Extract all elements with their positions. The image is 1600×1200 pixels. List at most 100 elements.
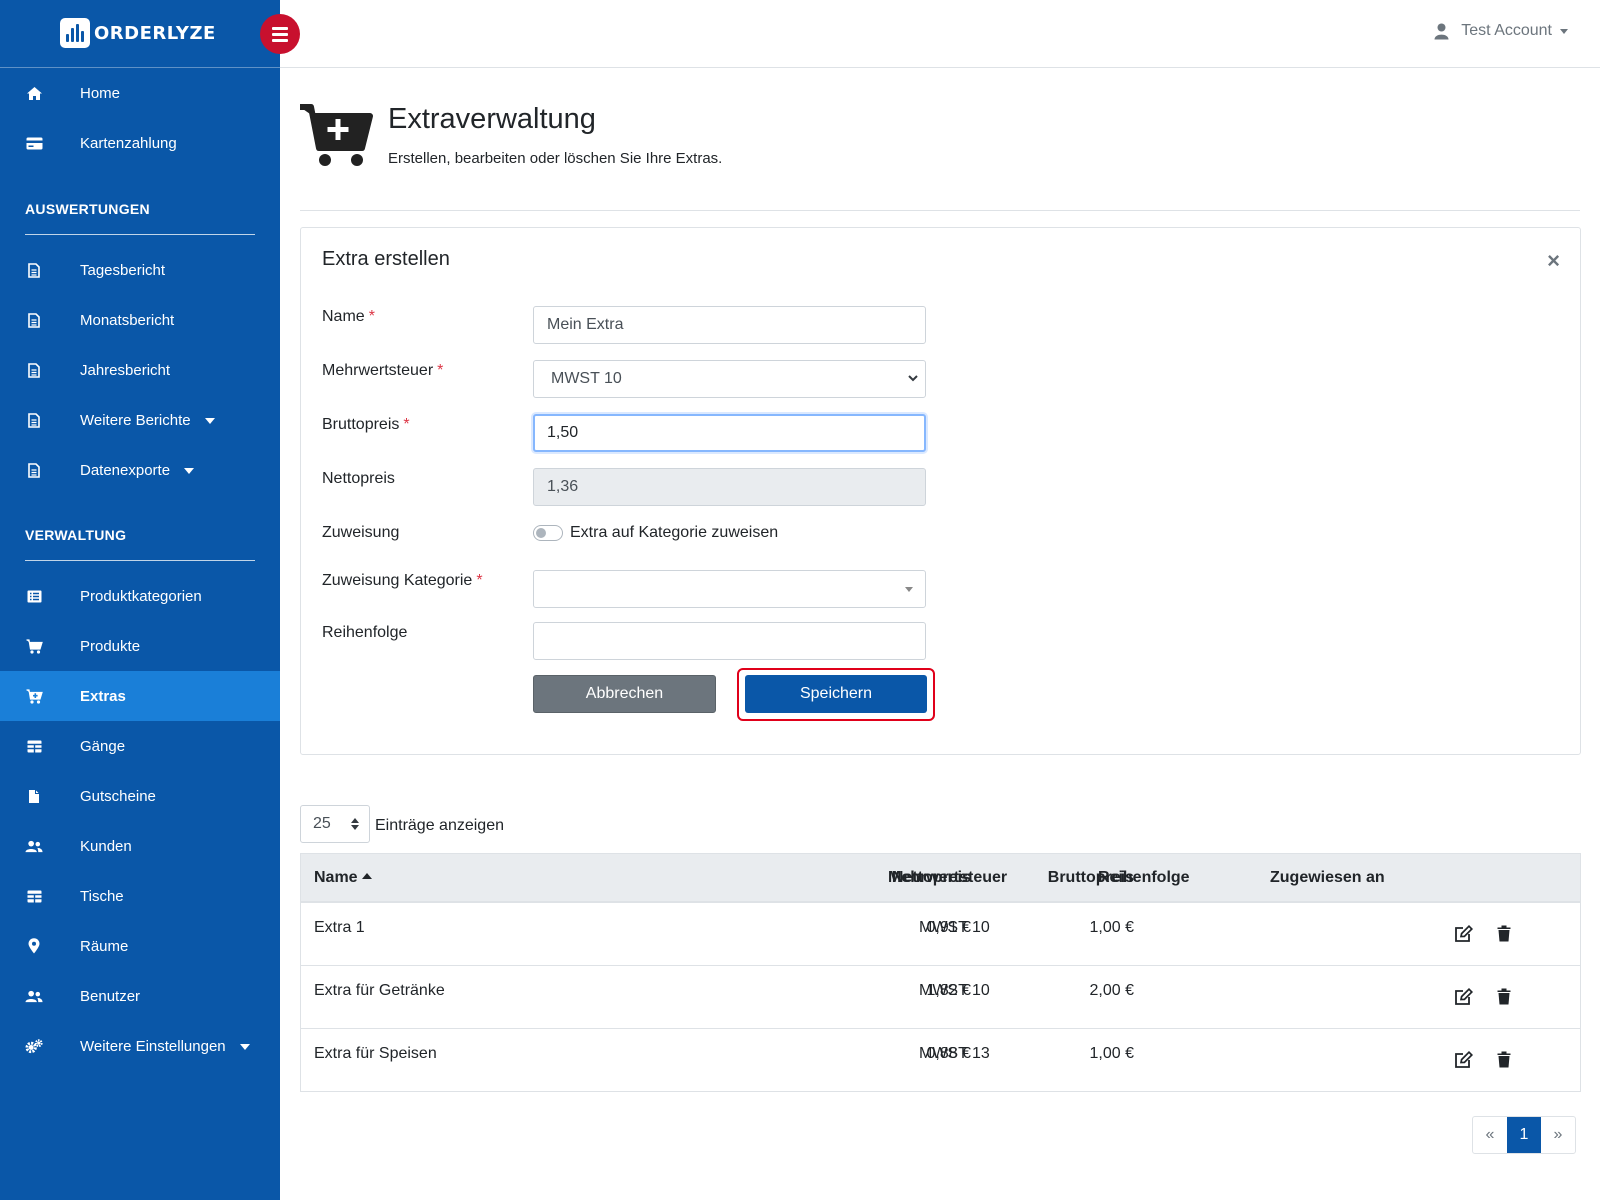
file-icon: [25, 411, 43, 429]
assignment-label: Zuweisung: [322, 524, 400, 541]
cart-plus-icon: [25, 687, 43, 705]
table-row: Extra 1 0,91 € 1,00 € MWST 10: [300, 903, 1581, 966]
file-icon: [25, 461, 43, 479]
trash-icon[interactable]: [1497, 925, 1511, 942]
sidebar: ORDERLYZE Home Kartenzahlung AUSWERTUNGE…: [0, 0, 280, 1200]
hamburger-icon: [272, 26, 288, 42]
sidebar-item-produkte[interactable]: Produkte: [0, 621, 280, 671]
sidebar-item-label: Produktkategorien: [80, 587, 202, 605]
edit-icon[interactable]: [1454, 988, 1473, 1006]
sort-updown-icon: [351, 818, 359, 830]
cell-vat: MWST 10: [919, 919, 990, 936]
sidebar-item-weitere-berichte[interactable]: Weitere Berichte: [0, 395, 280, 445]
header-divider: [300, 210, 1580, 211]
sidebar-item-benutzer[interactable]: Benutzer: [0, 971, 280, 1021]
assign-category-label: Zuweisung Kategorie *: [322, 572, 483, 589]
sidebar-item-label: Extras: [80, 687, 126, 705]
user-icon: [1434, 23, 1449, 39]
brand-bar: ORDERLYZE: [0, 0, 280, 68]
assign-category-toggle[interactable]: [533, 525, 563, 541]
sidebar-item-weitere-einstellungen[interactable]: Weitere Einstellungen: [0, 1021, 280, 1071]
logo-mark-icon: [60, 18, 90, 48]
cart-plus-icon: [298, 102, 374, 173]
edit-icon[interactable]: [1454, 1051, 1473, 1069]
sidebar-item-kunden[interactable]: Kunden: [0, 821, 280, 871]
gross-price-input[interactable]: 1,50: [533, 414, 926, 452]
pagination-next[interactable]: »: [1541, 1117, 1575, 1153]
chevron-down-icon: [1560, 28, 1568, 34]
credit-card-icon: [25, 134, 43, 152]
assign-category-select[interactable]: [533, 570, 926, 608]
sidebar-item-label: Kunden: [80, 837, 132, 855]
column-header-vat[interactable]: Mehrwertsteuer: [888, 869, 1007, 887]
edit-icon[interactable]: [1454, 925, 1473, 943]
sidebar-item-label: Jahresbericht: [80, 361, 171, 379]
file-icon: [25, 261, 43, 279]
sidebar-item-home[interactable]: Home: [0, 68, 280, 118]
cart-icon: [25, 637, 43, 655]
sidebar-item-kartenzahlung[interactable]: Kartenzahlung: [0, 118, 280, 168]
trash-icon[interactable]: [1497, 988, 1511, 1005]
sidebar-item-label: Kartenzahlung: [80, 134, 177, 152]
cell-name: Extra für Speisen: [314, 1045, 437, 1062]
pagination-page-1[interactable]: 1: [1507, 1117, 1541, 1153]
cell-vat: MWST 13: [919, 1045, 990, 1062]
cancel-button[interactable]: Abbrechen: [533, 675, 716, 713]
home-icon: [25, 84, 43, 102]
sidebar-item-label: Home: [80, 84, 121, 102]
cell-name: Extra für Getränke: [314, 982, 445, 999]
name-label: Name *: [322, 308, 375, 325]
sidebar-item-datenexporte[interactable]: Datenexporte: [0, 445, 280, 495]
chevron-down-icon: [908, 375, 918, 382]
close-icon[interactable]: ×: [1547, 248, 1560, 274]
cell-name: Extra 1: [314, 919, 365, 936]
orderlyze-logo[interactable]: ORDERLYZE: [60, 18, 216, 48]
column-header-name[interactable]: Name: [314, 869, 372, 887]
sidebar-item-gutscheine[interactable]: Gutscheine: [0, 771, 280, 821]
order-input[interactable]: [533, 622, 926, 660]
sidebar-item-raeume[interactable]: Räume: [0, 921, 280, 971]
net-price-input: 1,36: [533, 468, 926, 506]
users-icon: [25, 837, 43, 855]
cell-vat: MWST 10: [919, 982, 990, 999]
column-header-assigned[interactable]: Zugewiesen an: [1270, 869, 1385, 887]
sort-ascending-icon: [361, 872, 372, 879]
list-icon: [25, 587, 43, 605]
sidebar-item-label: Produkte: [80, 637, 141, 655]
vat-label: Mehrwertsteuer *: [322, 362, 444, 379]
sidebar-item-extras[interactable]: Extras: [0, 671, 280, 721]
sidebar-item-label: Weitere Berichte: [80, 411, 191, 429]
sidebar-item-tische[interactable]: Tische: [0, 871, 280, 921]
net-price-label: Nettopreis: [322, 470, 395, 487]
sidebar-item-label: Gänge: [80, 737, 126, 755]
name-input[interactable]: Mein Extra: [533, 306, 926, 344]
sidebar-item-label: Datenexporte: [80, 461, 171, 479]
sidebar-item-tagesbericht[interactable]: Tagesbericht: [0, 245, 280, 295]
trash-icon[interactable]: [1497, 1051, 1511, 1068]
account-menu[interactable]: Test Account: [1434, 22, 1568, 40]
sidebar-item-label: Benutzer: [80, 987, 141, 1005]
save-button[interactable]: Speichern: [745, 675, 927, 713]
vat-select[interactable]: MWST 10: [533, 360, 926, 398]
brand-name: ORDERLYZE: [94, 22, 216, 44]
sidebar-item-label: Tische: [80, 887, 124, 905]
pagination-prev[interactable]: «: [1473, 1117, 1507, 1153]
table-row: Extra für Getränke 1,82 € 2,00 € MWST 10: [300, 966, 1581, 1029]
section-divider: [25, 234, 255, 235]
gross-price-label: Bruttopreis *: [322, 416, 410, 433]
chevron-down-icon: [184, 467, 195, 474]
gears-icon: [25, 1037, 43, 1055]
page-length-select[interactable]: 25: [300, 805, 370, 843]
card-title: Extra erstellen: [322, 248, 450, 270]
order-label: Reihenfolge: [322, 624, 408, 641]
sidebar-item-gaenge[interactable]: Gänge: [0, 721, 280, 771]
column-header-order[interactable]: Reihenfolge: [1098, 869, 1190, 887]
sidebar-item-produktkategorien[interactable]: Produktkategorien: [0, 571, 280, 621]
table-icon: [25, 887, 43, 905]
menu-toggle-button[interactable]: [260, 14, 300, 54]
section-heading-auswertungen: AUSWERTUNGEN: [25, 201, 150, 217]
sidebar-item-jahresbericht[interactable]: Jahresbericht: [0, 345, 280, 395]
account-name: Test Account: [1461, 22, 1552, 39]
sidebar-item-monatsbericht[interactable]: Monatsbericht: [0, 295, 280, 345]
extra-create-card: Extra erstellen × Name * Mein Extra Mehrw…: [300, 227, 1581, 755]
